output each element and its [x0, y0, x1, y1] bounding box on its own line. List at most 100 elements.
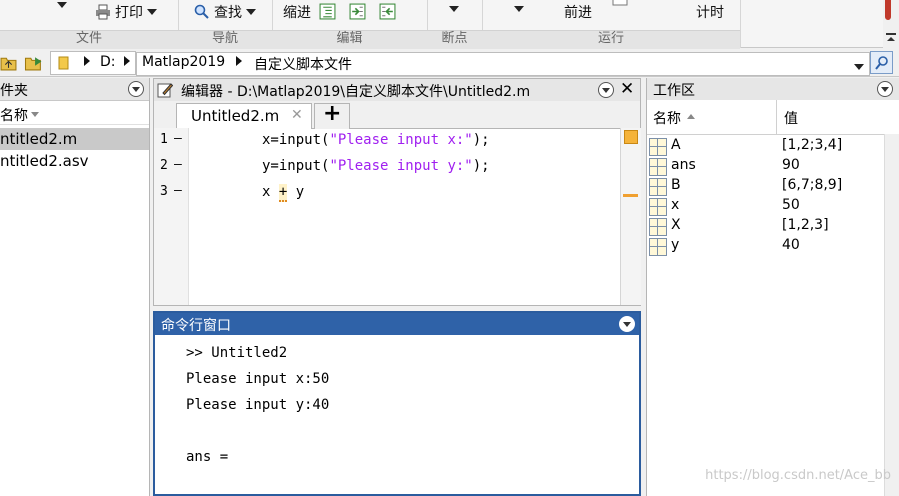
warning-line-marker[interactable]	[623, 194, 638, 197]
panel-title: 件夹	[0, 83, 28, 99]
column-value: 值	[784, 111, 798, 127]
code-line: x + y	[262, 184, 305, 202]
group-label-run: 运行	[597, 31, 624, 46]
add-tab-button[interactable]: +	[314, 101, 350, 129]
chevron-right-icon	[236, 56, 242, 66]
panel-menu-icon[interactable]	[128, 81, 144, 97]
breakpoint-marker[interactable]: —	[174, 157, 182, 172]
var-name: x	[671, 197, 680, 213]
workspace-scrollbar[interactable]	[884, 134, 899, 496]
command-line: ans =	[186, 449, 229, 465]
command-window[interactable]: 命令行窗口 >> Untitled2 Please input x:50 Ple…	[153, 311, 641, 496]
indent-label: 缩进	[283, 5, 311, 21]
code-text: x=input(	[262, 132, 330, 148]
tab-untitled2[interactable]: Untitled2.m ✕	[176, 103, 312, 129]
editor-title: 编辑器 - D:\Matlap2019\自定义脚本文件\Untitled2.m	[181, 84, 531, 100]
browse-folder-icon[interactable]	[24, 54, 44, 71]
list-item[interactable]: ntitled2.asv	[0, 150, 149, 172]
workspace-row[interactable]: y 40	[647, 236, 899, 256]
panel-menu-icon[interactable]	[877, 81, 893, 97]
up-folder-icon[interactable]	[0, 54, 17, 71]
group-label-breakpoints: 断点	[441, 31, 468, 46]
collapse-icon[interactable]	[885, 32, 897, 44]
run-group: 前进 计时 运行	[482, 0, 741, 49]
panel-menu-icon[interactable]	[619, 316, 635, 332]
code-line: y=input("Please input y:");	[262, 158, 490, 174]
workspace-row[interactable]: X [1,2,3]	[647, 216, 899, 236]
group-label-navigate: 导航	[211, 31, 238, 46]
smart-indent-icon[interactable]	[319, 3, 336, 20]
breadcrumb-arrow[interactable]	[124, 54, 130, 70]
message-bar[interactable]	[620, 128, 641, 305]
breakpoints-dropdown[interactable]	[449, 6, 459, 12]
command-line: Please input y:40	[186, 397, 330, 413]
workspace-row[interactable]: A [1,2;3,4]	[647, 136, 899, 156]
run-dropdown[interactable]	[514, 6, 524, 12]
scroll-thumb[interactable]	[885, 0, 891, 20]
watermark: https://blog.csdn.net/Ace_bb	[705, 468, 891, 483]
column-header[interactable]: 名称	[0, 101, 149, 125]
outdent-icon[interactable]	[379, 3, 396, 20]
panel-header: 件夹	[0, 78, 149, 101]
run-and-time-button[interactable]: 计时	[696, 2, 724, 22]
file-name: ntitled2.asv	[0, 152, 89, 170]
column-name: 名称	[653, 111, 681, 127]
workspace-header: 名称 值	[647, 100, 899, 135]
line-gutter: 1 — 2 — 3 —	[154, 128, 189, 305]
file-dropdown[interactable]	[57, 2, 67, 8]
path-field[interactable]	[136, 52, 870, 76]
print-label: 打印	[115, 5, 143, 21]
var-value: [6,7;8,9]	[782, 177, 843, 193]
column-name-header[interactable]: 名称	[647, 100, 777, 134]
command-line: >> Untitled2	[186, 345, 288, 361]
chevron-down-icon	[57, 2, 67, 8]
column-value-header[interactable]: 值	[778, 100, 886, 134]
address-bar: D: Matlap2019 自定义脚本文件	[0, 49, 899, 77]
print-button[interactable]: 打印	[95, 2, 157, 22]
workspace-row[interactable]: ans 90	[647, 156, 899, 176]
variable-icon	[649, 158, 667, 176]
find-label: 查找	[214, 5, 242, 21]
ribbon-scroll[interactable]	[883, 0, 899, 48]
folder-icon	[58, 56, 69, 70]
breadcrumb-arrow[interactable]	[236, 54, 242, 70]
var-name: ans	[671, 157, 696, 173]
code-line: x=input("Please input x:");	[262, 132, 490, 148]
command-window-title: 命令行窗口	[161, 318, 231, 334]
close-icon[interactable]: ✕	[620, 79, 634, 99]
file-group: 打印 文件	[0, 0, 179, 49]
editor-panel: 编辑器 - D:\Matlap2019\自定义脚本文件\Untitled2.m …	[153, 78, 641, 306]
code-text: y	[287, 184, 305, 200]
line-number: 2	[160, 158, 168, 173]
warning-indicator-icon[interactable]	[624, 130, 638, 144]
editor-title-bar: 编辑器 - D:\Matlap2019\自定义脚本文件\Untitled2.m …	[154, 79, 640, 101]
chevron-down-icon	[854, 64, 864, 70]
variable-icon	[649, 238, 667, 256]
breadcrumb-drive[interactable]: D:	[100, 54, 116, 70]
toolstrip: 打印 文件 查找 导航 缩进 编辑 断点 前进 计时 运行	[0, 0, 899, 49]
search-button[interactable]	[870, 51, 893, 74]
var-name: B	[671, 177, 681, 193]
breakpoint-marker[interactable]: —	[174, 183, 182, 198]
current-folder-panel: 件夹 名称 ntitled2.m ntitled2.asv	[0, 78, 150, 496]
breadcrumb-subfolder[interactable]: 自定义脚本文件	[254, 54, 352, 74]
list-item[interactable]: ntitled2.m	[0, 128, 149, 150]
file-name: ntitled2.m	[0, 130, 78, 148]
find-button[interactable]: 查找	[194, 2, 256, 22]
close-tab-icon[interactable]: ✕	[291, 107, 303, 123]
indent-icon[interactable]	[349, 3, 366, 20]
advance-button[interactable]: 前进	[564, 2, 592, 22]
code-text: );	[472, 132, 490, 148]
run-and-time-icon[interactable]	[612, 0, 628, 6]
code-area[interactable]: x=input("Please input x:"); y=input("Ple…	[190, 128, 620, 305]
workspace-row[interactable]: x 50	[647, 196, 899, 216]
editor-icon	[157, 83, 173, 98]
line-number: 1	[160, 132, 168, 147]
path-dropdown[interactable]	[854, 58, 864, 74]
breadcrumb-folder[interactable]: Matlap2019	[142, 54, 225, 70]
workspace-row[interactable]: B [6,7;8,9]	[647, 176, 899, 196]
breadcrumb-arrow[interactable]	[84, 54, 90, 70]
edit-group: 缩进 编辑	[272, 0, 428, 49]
breakpoint-marker[interactable]: —	[174, 131, 182, 146]
panel-menu-icon[interactable]	[598, 82, 614, 98]
